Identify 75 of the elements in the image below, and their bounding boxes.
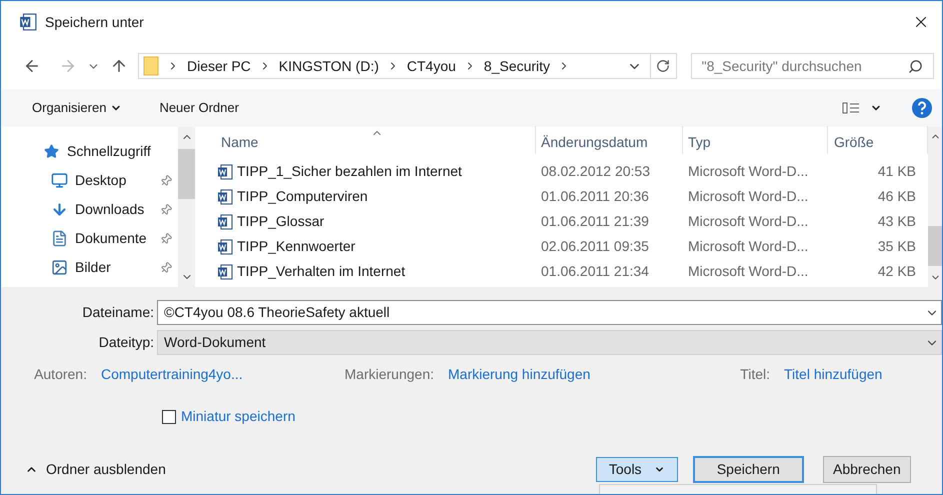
download-icon: [50, 201, 68, 218]
metadata-label: Titel:: [740, 364, 770, 384]
table-cell-text: Microsoft Word-D...: [687, 162, 810, 181]
sidebar-item[interactable]: Desktop: [75, 170, 126, 191]
table-cell-text: 02.06.2011 09:35: [540, 237, 650, 256]
monitor-icon: [50, 172, 68, 189]
table-cell-text: Microsoft Word-D...: [687, 237, 810, 256]
new-folder-button[interactable]: Neuer Ordner: [159, 98, 239, 118]
document-icon: [50, 230, 68, 247]
thumbnail-label[interactable]: Miniatur speichern: [181, 406, 296, 427]
thumbnail-checkbox[interactable]: [162, 410, 176, 424]
word-document-icon: [217, 214, 233, 230]
breadcrumb[interactable]: KINGSTON (D:): [278, 56, 379, 76]
table-cell-text: Microsoft Word-D...: [687, 187, 810, 206]
word-document-icon: [217, 238, 233, 254]
column-header[interactable]: Typ: [683, 126, 828, 154]
save-button[interactable]: Speichern: [692, 456, 804, 483]
breadcrumb[interactable]: 8_Security: [484, 56, 550, 76]
file-name[interactable]: TIPP_Verhalten im Internet: [237, 261, 406, 282]
folder-icon: [143, 56, 159, 76]
star-icon: [44, 144, 58, 159]
file-name[interactable]: TIPP_1_Sicher bezahlen im Internet: [237, 161, 462, 182]
table-cell-text: 43 KB: [876, 212, 916, 231]
list-view-icon: [842, 102, 860, 114]
table-cell-text: Microsoft Word-D...: [687, 262, 810, 281]
breadcrumb[interactable]: CT4you: [406, 56, 456, 76]
word-document-icon: [217, 264, 233, 280]
table-cell-text: 41 KB: [876, 162, 916, 181]
image-icon: [50, 259, 68, 276]
metadata-link[interactable]: Computertraining4yo...: [101, 364, 259, 384]
breadcrumb[interactable]: Dieser PC: [187, 56, 251, 76]
file-name[interactable]: TIPP_Kennwoerter: [237, 236, 356, 257]
tools-button[interactable]: Tools: [596, 457, 678, 482]
filename-label: Dateiname:: [81, 303, 155, 322]
metadata-link[interactable]: Titel hinzufügen: [784, 364, 888, 384]
metadata-link[interactable]: Markierung hinzufügen: [448, 364, 600, 384]
sidebar-item[interactable]: Downloads: [75, 199, 144, 220]
table-cell-text: 08.02.2012 20:53: [540, 162, 651, 181]
filetype-dropdown[interactable]: Word-Dokument: [157, 330, 942, 355]
file-name[interactable]: TIPP_Computerviren: [237, 186, 368, 207]
word-document-icon: [217, 164, 233, 180]
refresh-icon: [656, 59, 670, 73]
up-button[interactable]: [110, 57, 128, 75]
back-button[interactable]: [23, 57, 41, 75]
address-bar[interactable]: Dieser PC KINGSTON (D:) CT4you 8_Security: [138, 53, 677, 79]
hide-folders-button[interactable]: Ordner ausblenden: [25, 459, 166, 480]
window-title: Speichern unter: [45, 12, 144, 32]
word-document-icon: [19, 13, 37, 31]
column-header[interactable]: Name: [201, 126, 536, 154]
metadata-label: Markierungen:: [344, 364, 434, 384]
help-icon[interactable]: [912, 98, 932, 118]
filename-field[interactable]: ©CT4you 08.6 TheorieSafety aktuell: [157, 300, 942, 325]
table-cell-text: 46 KB: [876, 187, 916, 206]
word-document-icon: [217, 188, 233, 204]
table-cell-text: Microsoft Word-D...: [687, 212, 810, 231]
table-cell-text: 35 KB: [876, 237, 916, 256]
organize-menu-button[interactable]: Organisieren: [32, 98, 122, 118]
table-cell-text: 01.06.2011 21:39: [540, 212, 650, 231]
search-field[interactable]: "8_Security" durchsuchen: [690, 53, 934, 79]
sidebar-item[interactable]: Schnellzugriff: [67, 141, 151, 162]
view-options-button[interactable]: [842, 102, 882, 114]
table-cell-text: 01.06.2011 20:36: [540, 187, 650, 206]
filetype-label: Dateityp:: [98, 333, 155, 352]
forward-arrow-icon: [59, 57, 77, 75]
column-header[interactable]: Änderungsdatum: [536, 126, 683, 154]
file-list-scrollbar[interactable]: [928, 127, 942, 287]
sidebar-item[interactable]: Dokumente: [75, 228, 147, 249]
cancel-button[interactable]: Abbrechen: [822, 456, 911, 483]
sidebar-item[interactable]: Bilder: [75, 257, 111, 278]
sidebar-scrollbar[interactable]: [178, 127, 195, 287]
metadata-label: Autoren:: [34, 364, 87, 384]
search-icon: [908, 58, 923, 74]
file-name[interactable]: TIPP_Glossar: [237, 211, 324, 232]
table-cell-text: 42 KB: [876, 262, 916, 281]
table-cell-text: 01.06.2011 21:34: [540, 262, 650, 281]
